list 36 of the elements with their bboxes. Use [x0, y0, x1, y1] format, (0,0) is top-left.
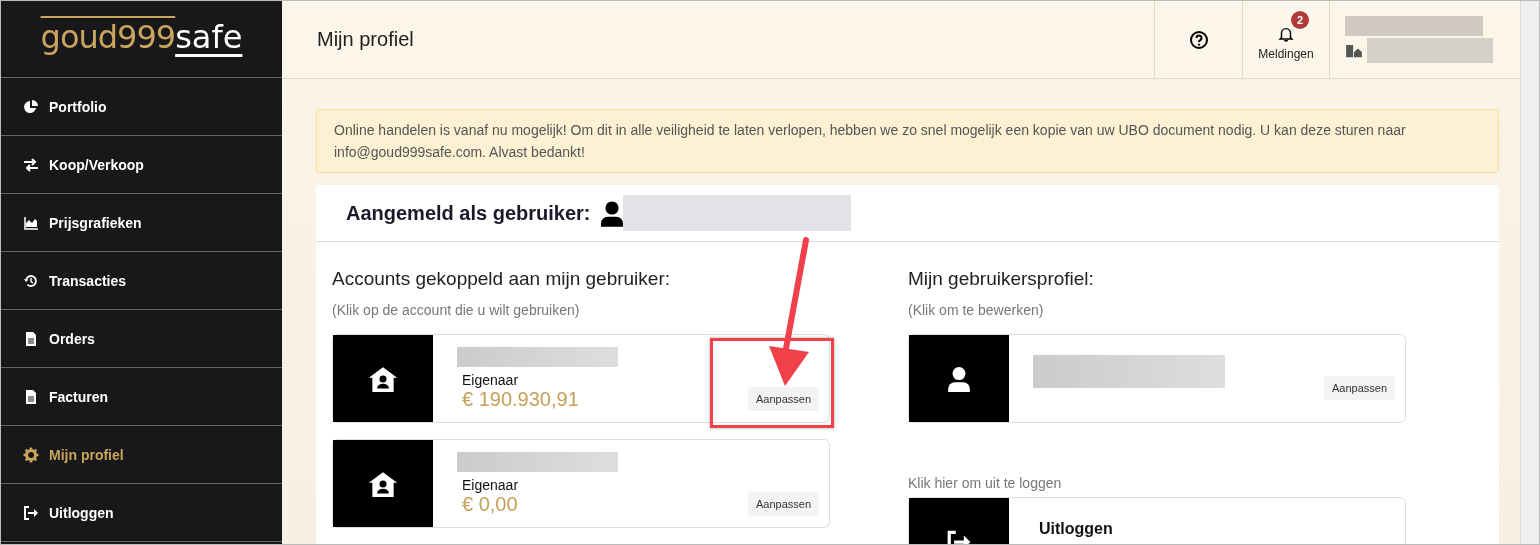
edit-button[interactable]: Aanpassen	[1323, 376, 1395, 400]
notification-count-badge: 2	[1291, 11, 1309, 29]
section-heading: Mijn gebruikersprofiel:	[908, 268, 1095, 290]
account-balance: € 0,00	[461, 492, 518, 516]
building-icon	[1345, 43, 1363, 58]
edit-button[interactable]: Aanpassen	[747, 492, 819, 516]
swap-arrows-icon	[23, 156, 39, 173]
logout-card[interactable]: Uitloggen	[908, 497, 1406, 544]
logout-hint: Klik hier om uit te loggen	[908, 475, 1063, 491]
account-balance: € 190.930,91	[461, 387, 579, 411]
gear-icon	[23, 446, 39, 463]
page-title: Mijn profiel	[316, 27, 415, 52]
account-role: Eigenaar	[461, 371, 519, 388]
notifications-button[interactable]: Meldingen 2	[1242, 1, 1329, 78]
sign-out-icon	[23, 504, 39, 521]
history-icon	[23, 272, 39, 289]
section-hint: (Klik om te bewerken)	[908, 302, 1045, 318]
logout-label: Uitloggen	[1038, 520, 1113, 538]
alert-message: Online handelen is vanaf nu mogelijk! Om dit in alle veiligheid te laten verlopen, hebben we zo snel mogelijk een kopie van uw UBO document nodig. U kan deze sturen naar info@goud999safe.com. Alvast bedankt!	[316, 109, 1499, 173]
house-user-icon	[368, 470, 398, 497]
area-chart-icon	[23, 214, 39, 231]
scrollbar[interactable]	[1520, 1, 1539, 544]
section-hint: (Klik op de account die u wilt gebruiken)	[332, 302, 581, 318]
account-card[interactable]: Eigenaar € 0,00 Aanpassen	[332, 439, 830, 528]
document-icon	[23, 388, 39, 405]
account-card[interactable]: Eigenaar € 190.930,91 Aanpassen	[332, 334, 830, 423]
card-title: Aangemeld als gebruiker:	[346, 201, 591, 225]
help-icon[interactable]	[1188, 29, 1209, 50]
section-heading: Accounts gekoppeld aan mijn gebruiker:	[332, 268, 671, 290]
document-icon	[23, 330, 39, 347]
profile-card[interactable]: Aanpassen	[908, 334, 1406, 423]
account-role: Eigenaar	[461, 476, 519, 493]
house-user-icon	[368, 365, 398, 392]
user-icon	[600, 199, 623, 227]
edit-button[interactable]: Aanpassen	[747, 387, 819, 411]
pie-chart-icon	[23, 98, 39, 115]
